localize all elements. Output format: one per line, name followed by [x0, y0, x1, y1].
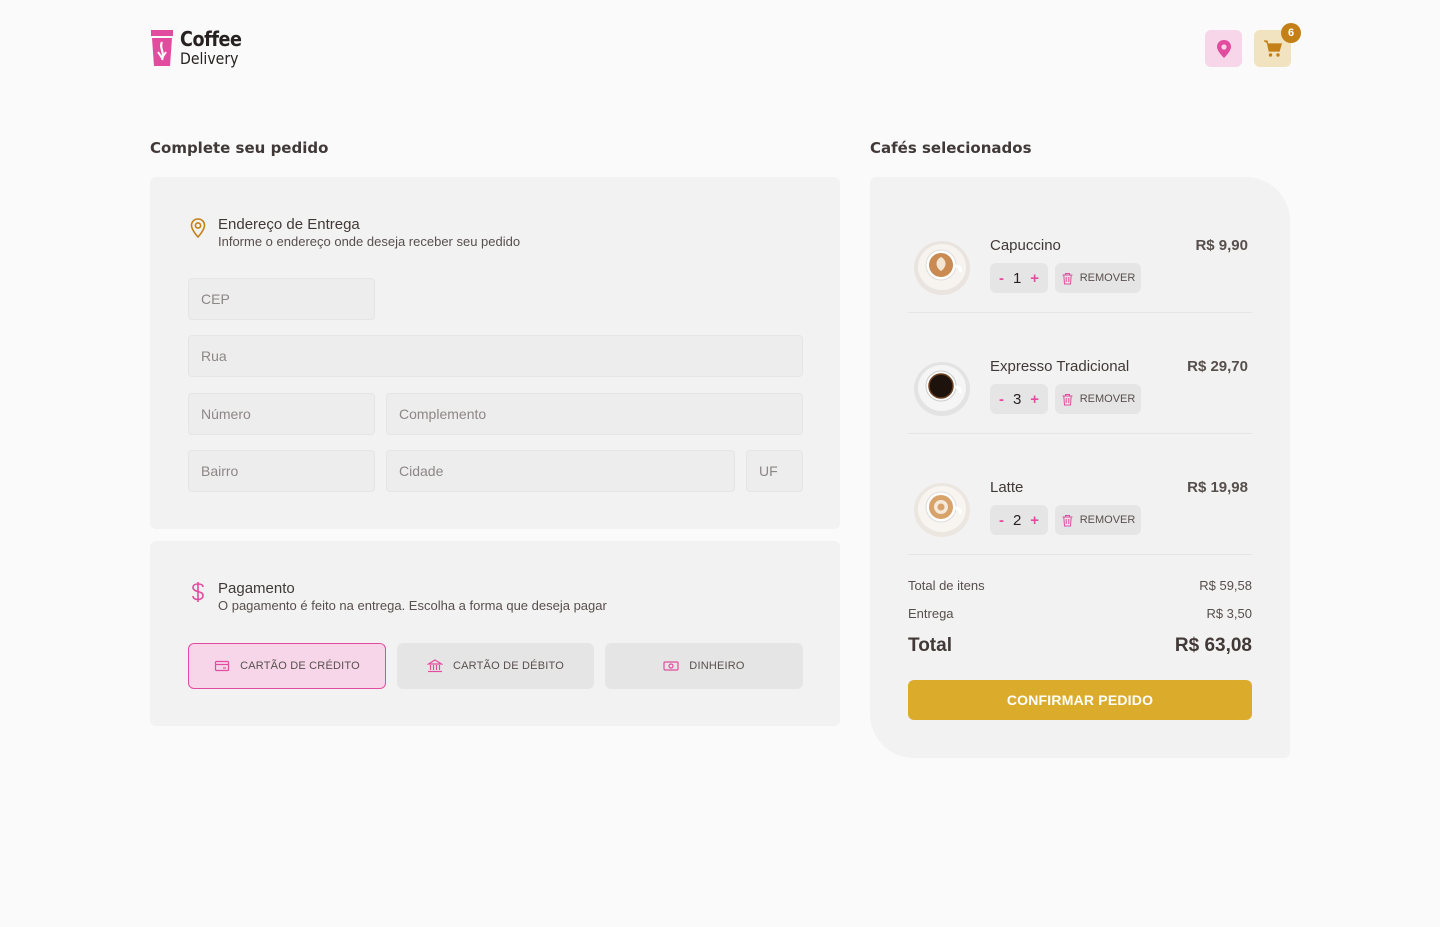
credit-card-icon [215, 660, 230, 672]
cep-field[interactable]: CEP [188, 278, 375, 320]
logo-title: Coffee [180, 27, 242, 51]
trash-icon [1062, 393, 1073, 405]
cart-button[interactable]: 6 [1254, 23, 1301, 67]
number-field[interactable]: Número [188, 393, 375, 435]
cart-item: Expresso Tradicional R$ 29,70 - 3 + REMO… [908, 313, 1252, 434]
cart-item-name: Latte [990, 479, 1024, 496]
increase-button[interactable]: + [1030, 512, 1039, 529]
items-total-label: Total de itens [908, 578, 985, 593]
trash-icon [1062, 272, 1073, 284]
increase-button[interactable]: + [1030, 391, 1039, 408]
capuccino-image [914, 241, 970, 295]
payment-cash-label: DINHEIRO [689, 660, 745, 672]
logo-subtitle: Delivery [180, 49, 239, 68]
decrease-button[interactable]: - [999, 270, 1004, 287]
cart-title: Cafés selecionados [870, 139, 1032, 157]
payment-debit-card-button[interactable]: CARTÃO DE DÉBITO [397, 643, 594, 689]
remove-button[interactable]: REMOVER [1055, 384, 1141, 414]
cart-item-price: R$ 9,90 [1195, 237, 1248, 254]
coffee-cup-logo-icon [151, 30, 173, 66]
bank-icon [427, 659, 443, 673]
quantity-value: 3 [1012, 390, 1022, 408]
dollar-sign-icon [192, 582, 204, 602]
complement-field[interactable]: Complemento [386, 393, 803, 435]
cart-item-price: R$ 29,70 [1187, 358, 1248, 375]
delivery-label: Entrega [908, 606, 954, 621]
street-field[interactable]: Rua [188, 335, 803, 377]
payment-credit-card-label: CARTÃO DE CRÉDITO [240, 660, 360, 672]
shopping-cart-icon [1263, 39, 1282, 57]
map-pin-icon [1216, 39, 1231, 58]
grand-total-row: Total R$ 63,08 [908, 635, 1252, 657]
cart-count-badge: 6 [1281, 23, 1301, 43]
address-card: Endereço de Entrega Informe o endereço o… [150, 177, 840, 529]
logo[interactable]: Coffee Delivery [150, 28, 250, 68]
payment-subtitle: O pagamento é feito na entrega. Escolha … [218, 598, 607, 613]
neighborhood-field[interactable]: Bairro [188, 450, 375, 492]
cart-item-name: Capuccino [990, 237, 1061, 254]
remove-button[interactable]: REMOVER [1055, 263, 1141, 293]
expresso-image [914, 362, 970, 416]
delivery-value: R$ 3,50 [1206, 606, 1252, 621]
decrease-button[interactable]: - [999, 391, 1004, 408]
address-title: Endereço de Entrega [218, 216, 360, 233]
remove-button[interactable]: REMOVER [1055, 505, 1141, 535]
trash-icon [1062, 514, 1073, 526]
payment-debit-card-label: CARTÃO DE DÉBITO [453, 660, 564, 672]
items-total-row: Total de itens R$ 59,58 [908, 578, 1252, 593]
quantity-stepper: - 3 + [990, 384, 1048, 414]
remove-label: REMOVER [1079, 272, 1136, 284]
decrease-button[interactable]: - [999, 512, 1004, 529]
increase-button[interactable]: + [1030, 270, 1039, 287]
location-button[interactable] [1205, 30, 1242, 67]
payment-cash-button[interactable]: DINHEIRO [605, 643, 803, 689]
quantity-value: 2 [1012, 511, 1022, 529]
cart-item-name: Expresso Tradicional [990, 358, 1130, 375]
cart-card: Capuccino R$ 9,90 - 1 + REMOVER Expresso… [870, 177, 1290, 758]
cart-item-price: R$ 19,98 [1187, 479, 1248, 496]
delivery-row: Entrega R$ 3,50 [908, 606, 1252, 621]
state-field[interactable]: UF [746, 450, 803, 492]
city-field[interactable]: Cidade [386, 450, 735, 492]
address-header: Endereço de Entrega Informe o endereço o… [188, 215, 520, 250]
latte-image [914, 483, 970, 537]
cart-item: Capuccino R$ 9,90 - 1 + REMOVER [908, 192, 1252, 313]
payment-card: Pagamento O pagamento é feito na entrega… [150, 541, 840, 726]
quantity-value: 1 [1012, 269, 1022, 287]
remove-label: REMOVER [1079, 393, 1136, 405]
payment-header: Pagamento O pagamento é feito na entrega… [188, 579, 607, 614]
money-icon [663, 661, 679, 671]
address-subtitle: Informe o endereço onde deseja receber s… [218, 234, 521, 249]
quantity-stepper: - 2 + [990, 505, 1048, 535]
quantity-stepper: - 1 + [990, 263, 1048, 293]
payment-credit-card-button[interactable]: CARTÃO DE CRÉDITO [188, 643, 386, 689]
checkout-title: Complete seu pedido [150, 139, 329, 157]
payment-title: Pagamento [218, 580, 295, 597]
remove-label: REMOVER [1079, 514, 1136, 526]
map-pin-outline-icon [190, 218, 206, 239]
items-total-value: R$ 59,58 [1199, 578, 1252, 593]
grand-total-label: Total [908, 635, 952, 656]
grand-total-value: R$ 63,08 [1174, 635, 1252, 656]
confirm-order-button[interactable]: CONFIRMAR PEDIDO [908, 680, 1252, 720]
cart-item: Latte R$ 19,98 - 2 + REMOVER [908, 434, 1252, 555]
